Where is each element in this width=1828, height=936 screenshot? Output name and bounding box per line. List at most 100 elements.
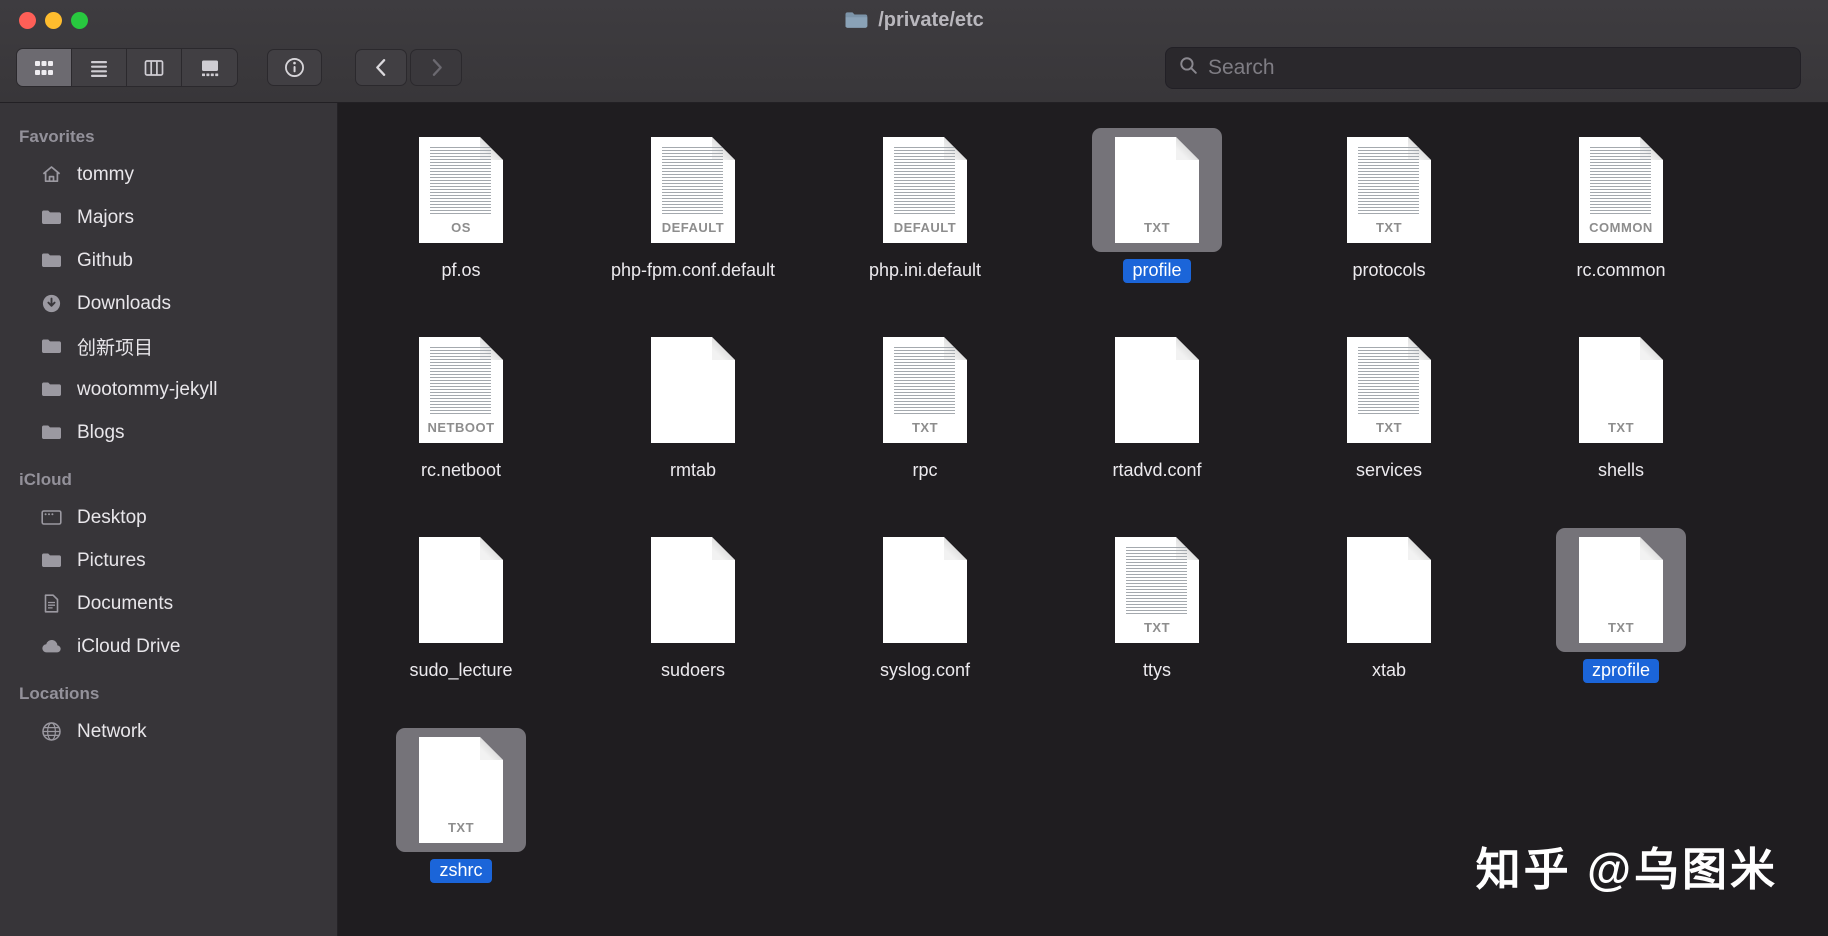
- file-item-sudo-lecture[interactable]: sudo_lecture: [345, 528, 577, 728]
- file-name: syslog.conf: [879, 660, 971, 680]
- file-item-xtab[interactable]: xtab: [1273, 528, 1505, 728]
- document-icon: TXT: [1347, 137, 1431, 243]
- zoom-button[interactable]: [71, 12, 88, 29]
- file-icon: [628, 528, 758, 652]
- sidebar-item-github[interactable]: Github: [0, 239, 337, 282]
- search-field[interactable]: [1165, 46, 1801, 89]
- file-item-sudoers[interactable]: sudoers: [577, 528, 809, 728]
- sidebar-item-network[interactable]: Network: [0, 710, 337, 753]
- text-preview: [894, 147, 955, 215]
- sidebar-section-title: Favorites: [19, 127, 95, 146]
- sidebar-item-label: tommy: [77, 163, 134, 185]
- file-item-zprofile[interactable]: TXT zprofile: [1505, 528, 1737, 728]
- chevron-right-icon: [425, 56, 448, 79]
- sidebar-item-icloud-drive[interactable]: iCloud Drive: [0, 625, 337, 668]
- text-preview: [1358, 347, 1419, 415]
- file-type-badge: TXT: [1375, 220, 1403, 235]
- forward-button[interactable]: [410, 49, 462, 86]
- sidebar-item-label: Pictures: [77, 549, 146, 571]
- gallery-view-icon: [199, 57, 221, 79]
- file-item-services[interactable]: TXT services: [1273, 328, 1505, 528]
- sidebar: Favorites tommy Majors Github Downloads 创新项目 w…: [0, 103, 338, 936]
- list-view-button[interactable]: [72, 49, 127, 86]
- file-item-ttys[interactable]: TXT ttys: [1041, 528, 1273, 728]
- sidebar-item-majors[interactable]: Majors: [0, 196, 337, 239]
- document-icon: [651, 337, 735, 443]
- document-icon: [419, 537, 503, 643]
- sidebar-item-blogs[interactable]: Blogs: [0, 411, 337, 454]
- text-preview: [1358, 147, 1419, 215]
- file-item-php-ini-default[interactable]: DEFAULT php.ini.default: [809, 128, 1041, 328]
- folder-icon: [40, 421, 63, 444]
- search-input[interactable]: [1208, 55, 1788, 80]
- file-icon: TXT: [396, 728, 526, 852]
- view-mode-control: [16, 48, 238, 87]
- file-item-rtadvd-conf[interactable]: rtadvd.conf: [1041, 328, 1273, 528]
- close-button[interactable]: [19, 12, 36, 29]
- file-type-badge: OS: [451, 220, 471, 235]
- file-item-rc-netboot[interactable]: NETBOOT rc.netboot: [345, 328, 577, 528]
- gallery-view-button[interactable]: [182, 49, 237, 86]
- file-area: OS pf.os DEFAULT php-fpm.conf.default DEFAUL…: [339, 103, 1828, 936]
- sidebar-item-downloads[interactable]: Downloads: [0, 282, 337, 325]
- icon-view-button[interactable]: [17, 49, 72, 86]
- minimize-button[interactable]: [45, 12, 62, 29]
- sidebar-item-documents[interactable]: Documents: [0, 582, 337, 625]
- get-info-button[interactable]: [267, 49, 322, 86]
- sidebar-item-label: Blogs: [77, 421, 125, 443]
- page-fold: [1640, 337, 1663, 360]
- documents-icon: [40, 592, 63, 615]
- sidebar-item-wootommy-jekyll[interactable]: wootommy-jekyll: [0, 368, 337, 411]
- file-item-syslog-conf[interactable]: syslog.conf: [809, 528, 1041, 728]
- file-type-badge: DEFAULT: [661, 220, 725, 235]
- document-icon: TXT: [883, 337, 967, 443]
- page-fold: [1640, 537, 1663, 560]
- file-name: zshrc: [430, 859, 492, 883]
- file-type-badge: NETBOOT: [427, 420, 495, 435]
- folder-icon: [40, 249, 63, 272]
- toolbar: [0, 40, 1828, 103]
- file-item-rmtab[interactable]: rmtab: [577, 328, 809, 528]
- file-item-profile[interactable]: TXT profile: [1041, 128, 1273, 328]
- folder-icon: [40, 206, 63, 229]
- file-icon: NETBOOT: [396, 328, 526, 452]
- sidebar-item-item[interactable]: 创新项目: [0, 325, 337, 368]
- file-name: protocols: [1352, 260, 1426, 280]
- file-item-pf-os[interactable]: OS pf.os: [345, 128, 577, 328]
- sidebar-item-label: Network: [77, 720, 147, 742]
- file-icon: TXT: [1092, 528, 1222, 652]
- sidebar-item-tommy[interactable]: tommy: [0, 153, 337, 196]
- text-preview: [1590, 147, 1651, 215]
- file-item-rpc[interactable]: TXT rpc: [809, 328, 1041, 528]
- search-icon: [1178, 55, 1199, 81]
- page-fold: [480, 737, 503, 760]
- document-icon: [883, 537, 967, 643]
- file-type-badge: TXT: [1607, 620, 1635, 635]
- sidebar-item-pictures[interactable]: Pictures: [0, 539, 337, 582]
- file-item-protocols[interactable]: TXT protocols: [1273, 128, 1505, 328]
- file-icon: TXT: [1324, 128, 1454, 252]
- document-icon: TXT: [1579, 537, 1663, 643]
- back-button[interactable]: [355, 49, 407, 86]
- column-view-button[interactable]: [127, 49, 182, 86]
- document-icon: COMMON: [1579, 137, 1663, 243]
- folder-proxy-icon: [844, 10, 869, 31]
- sidebar-item-label: iCloud Drive: [77, 635, 181, 657]
- file-item-zshrc[interactable]: TXT zshrc: [345, 728, 577, 928]
- file-item-shells[interactable]: TXT shells: [1505, 328, 1737, 528]
- watermark: 知乎 @乌图米: [1475, 844, 1778, 895]
- page-fold: [712, 537, 735, 560]
- file-type-badge: DEFAULT: [893, 220, 957, 235]
- file-icon: DEFAULT: [860, 128, 990, 252]
- file-name: rc.netboot: [420, 460, 502, 480]
- sidebar-item-label: wootommy-jekyll: [77, 378, 218, 400]
- sidebar-item-desktop[interactable]: Desktop: [0, 496, 337, 539]
- file-item-rc-common[interactable]: COMMON rc.common: [1505, 128, 1737, 328]
- sidebar-section-title: Locations: [19, 684, 100, 703]
- sidebar-section: iCloud Desktop Pictures Documents iCloud Dri…: [0, 454, 337, 668]
- file-name: php-fpm.conf.default: [610, 260, 776, 280]
- page-fold: [944, 537, 967, 560]
- file-icon: OS: [396, 128, 526, 252]
- sidebar-item-label: Github: [77, 249, 133, 271]
- file-item-php-fpm-conf-default[interactable]: DEFAULT php-fpm.conf.default: [577, 128, 809, 328]
